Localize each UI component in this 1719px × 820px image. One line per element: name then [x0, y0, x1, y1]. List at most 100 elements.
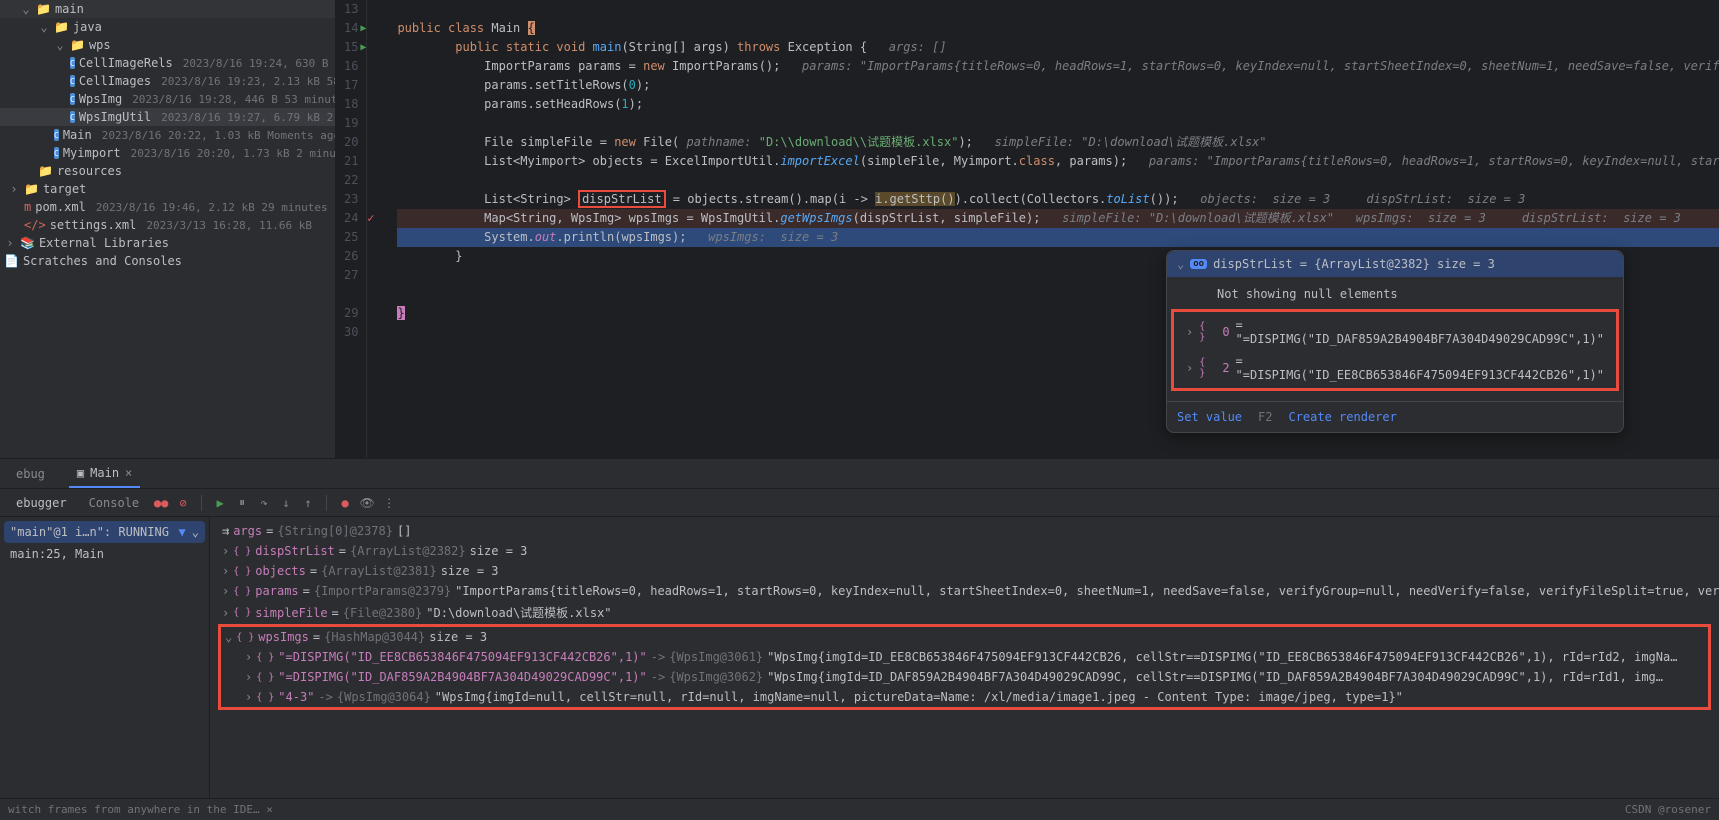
resume-icon[interactable]: ▶ [212, 495, 228, 511]
chevron-right-icon[interactable]: › [222, 564, 229, 578]
tree-external-libraries[interactable]: › 📚 External Libraries [0, 234, 335, 252]
file-meta: 2023/8/16 20:20, 1.73 kB 2 minutes a [131, 147, 336, 160]
chevron-down-icon: ⌄ [54, 39, 66, 51]
tree-label: java [73, 20, 102, 34]
class-icon: C [54, 129, 59, 141]
highlighted-var-group: ⌄ { } wpsImgs = {HashMap@3044} size = 3 … [218, 624, 1711, 710]
args-icon: ⇉ [222, 524, 229, 538]
var-row-expanded[interactable]: ⌄ { } wpsImgs = {HashMap@3044} size = 3 [221, 627, 1708, 647]
stop-icon[interactable]: ● [337, 495, 353, 511]
var-child-row[interactable]: › { } "4-3" -> {WpsImg@3064} "WpsImg{img… [221, 687, 1708, 707]
popup-highlighted-items: › { } 0 = "=DISPIMG("ID_DAF859A2B4904BF7… [1171, 309, 1619, 391]
tree-folder-resources[interactable]: 📁 resources [0, 162, 335, 180]
var-row[interactable]: › { } simpleFile = {File@2380} "D:\downl… [218, 601, 1711, 624]
object-icon: { } [236, 632, 254, 643]
object-icon: { } [256, 652, 274, 663]
file-name: WpsImg [79, 92, 122, 106]
object-icon: { } [233, 607, 251, 618]
tree-file-settings[interactable]: </> settings.xml 2023/3/13 16:28, 11.66 … [0, 216, 335, 234]
mute-icon[interactable]: ⊘ [175, 495, 191, 511]
file-name: settings.xml [50, 218, 137, 232]
step-over-icon[interactable]: ↷ [256, 495, 272, 511]
set-value-link[interactable]: Set value [1177, 410, 1242, 424]
step-out-icon[interactable]: ↑ [300, 495, 316, 511]
tree-file[interactable]: C CellImageRels 2023/8/16 19:24, 630 B 5… [0, 54, 335, 72]
breakpoint-icon[interactable]: ●● [153, 495, 169, 511]
chevron-right-icon[interactable]: › [245, 650, 252, 664]
subtab-console[interactable]: Console [81, 492, 148, 514]
file-name: Main [63, 128, 92, 142]
chevron-right-icon[interactable]: › [245, 670, 252, 684]
thread-selector[interactable]: "main"@1 i…n": RUNNING ▼ ⌄ [4, 521, 205, 543]
tree-folder-target[interactable]: › 📁 target [0, 180, 335, 198]
tree-file-selected[interactable]: C WpsImgUtil 2023/8/16 19:27, 6.79 kB 2 … [0, 108, 335, 126]
create-renderer-link[interactable]: Create renderer [1288, 410, 1396, 424]
tree-folder-wps[interactable]: ⌄ 📁 wps [0, 36, 335, 54]
var-row[interactable]: › { } objects = {ArrayList@2381} size = … [218, 561, 1711, 581]
status-message[interactable]: witch frames from anywhere in the IDE… × [8, 803, 273, 816]
code-editor[interactable]: 13 14▶ 15▶ 16 17 18 19 20 21 22 23 24✓ 2… [336, 0, 1719, 458]
file-meta: 2023/8/16 20:22, 1.03 kB Moments ago [102, 129, 336, 142]
object-icon: { } [1199, 357, 1216, 379]
tree-file[interactable]: C Main 2023/8/16 20:22, 1.03 kB Moments … [0, 126, 335, 144]
chevron-down-icon: ⌄ [38, 21, 50, 33]
close-icon[interactable]: × [125, 466, 132, 480]
class-icon: C [70, 75, 75, 87]
tree-folder-main[interactable]: ⌄ 📁 main [0, 0, 335, 18]
popup-footer: Set value F2 Create renderer [1167, 401, 1623, 432]
object-icon: { } [256, 672, 274, 683]
run-gutter-icon[interactable]: ▶ [360, 19, 366, 38]
chevron-right-icon[interactable]: › [222, 606, 229, 620]
class-icon: C [70, 57, 75, 69]
folder-icon: 📁 [36, 2, 51, 16]
debug-inline-popup[interactable]: ⌄ oo dispStrList = {ArrayList@2382} size… [1166, 250, 1624, 433]
chevron-right-icon: › [1186, 361, 1193, 375]
tree-label: target [43, 182, 86, 196]
popup-item[interactable]: › { } 2 = "=DISPIMG("ID_EE8CB653846F4750… [1176, 350, 1614, 386]
tree-file-pom[interactable]: m pom.xml 2023/8/16 19:46, 2.12 kB 29 mi… [0, 198, 335, 216]
tree-file[interactable]: C Myimport 2023/8/16 20:20, 1.73 kB 2 mi… [0, 144, 335, 162]
debug-panel: ebug ▣ Main × ebugger Console ●● ⊘ ▶ ⏸ ↷… [0, 458, 1719, 798]
tab-debug[interactable]: ebug [8, 461, 53, 487]
more-icon[interactable]: ⋮ [381, 495, 397, 511]
chevron-right-icon: › [4, 237, 16, 249]
var-row[interactable]: › { } dispStrList = {ArrayList@2382} siz… [218, 541, 1711, 561]
step-into-icon[interactable]: ↓ [278, 495, 294, 511]
chevron-down-icon: ⌄ [20, 3, 32, 15]
debug-toolbar: ebugger Console ●● ⊘ ▶ ⏸ ↷ ↓ ↑ ● 👁 ⋮ [0, 489, 1719, 517]
chevron-right-icon[interactable]: › [222, 584, 229, 598]
chevron-right-icon[interactable]: › [245, 690, 252, 704]
file-meta: 2023/3/13 16:28, 11.66 kB [146, 219, 312, 232]
panel-tabs: ebug ▣ Main × [0, 459, 1719, 489]
tree-folder-java[interactable]: ⌄ 📁 java [0, 18, 335, 36]
tree-file[interactable]: C WpsImg 2023/8/16 19:28, 446 B 53 minut… [0, 90, 335, 108]
status-bar: witch frames from anywhere in the IDE… ×… [0, 798, 1719, 820]
var-child-row[interactable]: › { } "=DISPIMG("ID_EE8CB653846F475094EF… [221, 647, 1708, 667]
tree-file[interactable]: C CellImages 2023/8/16 19:23, 2.13 kB 58… [0, 72, 335, 90]
pause-icon[interactable]: ⏸ [234, 495, 250, 511]
watermark: CSDN @rosener [1625, 803, 1711, 816]
project-tree[interactable]: ⌄ 📁 main ⌄ 📁 java ⌄ 📁 wps C CellImageRel… [0, 0, 336, 458]
subtab-debugger[interactable]: ebugger [8, 492, 75, 514]
tree-scratches[interactable]: 📄 Scratches and Consoles [0, 252, 335, 270]
file-meta: 2023/8/16 19:27, 6.79 kB 2 minu [161, 111, 336, 124]
chevron-down-icon[interactable]: ⌄ [225, 630, 232, 644]
chevron-down-icon[interactable]: ⌄ [1177, 257, 1184, 271]
filter-icon[interactable]: ▼ [179, 525, 186, 539]
tree-label: resources [57, 164, 122, 178]
var-row[interactable]: › { } params = {ImportParams@2379} "Impo… [218, 581, 1711, 601]
view-breakpoints-icon[interactable]: 👁 [359, 495, 375, 511]
var-row[interactable]: ⇉ args = {String[0]@2378} [] [218, 521, 1711, 541]
run-gutter-icon[interactable]: ▶ [360, 38, 366, 57]
chevron-right-icon: › [8, 183, 20, 195]
tree-label: main [55, 2, 84, 16]
shortcut-hint: F2 [1258, 410, 1272, 424]
stack-frame[interactable]: main:25, Main [4, 543, 205, 565]
dropdown-icon[interactable]: ⌄ [192, 525, 199, 539]
popup-item[interactable]: › { } 0 = "=DISPIMG("ID_DAF859A2B4904BF7… [1176, 314, 1614, 350]
var-child-row[interactable]: › { } "=DISPIMG("ID_DAF859A2B4904BF7A304… [221, 667, 1708, 687]
chevron-right-icon: › [1186, 325, 1193, 339]
chevron-right-icon[interactable]: › [222, 544, 229, 558]
tab-main[interactable]: ▣ Main × [69, 460, 140, 488]
object-icon: { } [1199, 321, 1216, 343]
